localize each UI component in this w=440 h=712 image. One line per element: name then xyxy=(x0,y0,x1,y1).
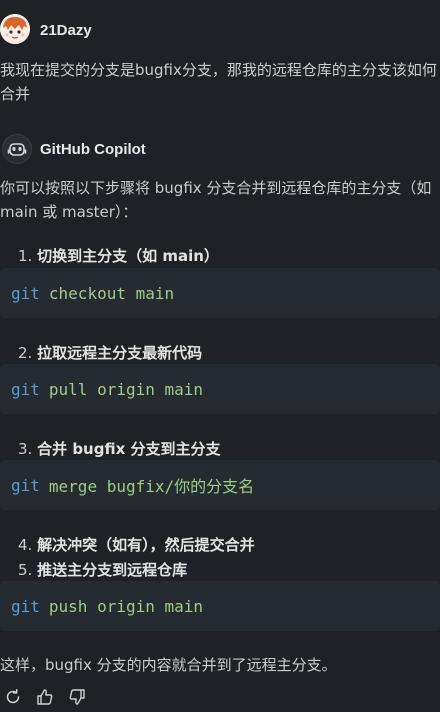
thumbs-down-icon[interactable] xyxy=(66,686,88,708)
code-args: merge bugfix/你的分支名 xyxy=(48,477,255,496)
code-command: git xyxy=(11,475,40,495)
code-block[interactable]: git checkout main xyxy=(0,268,440,318)
chat-panel: 21Dazy 我现在提交的分支是bugfix分支，那我的远程仓库的主分支该如何合… xyxy=(0,0,440,712)
step-number: 1. xyxy=(18,247,33,265)
step-text: 合并 bugfix 分支到主分支 xyxy=(37,440,221,458)
step-text: 切换到主分支（如 main） xyxy=(37,247,219,265)
step-number: 2. xyxy=(18,344,33,362)
step-text: 拉取远程主分支最新代码 xyxy=(37,344,203,362)
assistant-outro: 这样，bugfix 分支的内容就合并到了远程主分支。 xyxy=(0,656,337,674)
copilot-icon xyxy=(2,134,32,164)
step-item: 2. 拉取远程主分支最新代码 xyxy=(18,343,202,363)
user-question: 我现在提交的分支是bugfix分支，那我的远程仓库的主分支该如何合并 xyxy=(0,61,437,103)
code-command: git xyxy=(11,283,40,303)
step-text: 推送主分支到远程仓库 xyxy=(37,561,188,579)
step-item: 5. 推送主分支到远程仓库 xyxy=(18,560,187,580)
user-avatar xyxy=(0,14,30,44)
code-block[interactable]: git merge bugfix/你的分支名 xyxy=(0,460,440,510)
assistant-name: GitHub Copilot xyxy=(40,141,146,158)
retry-icon[interactable] xyxy=(2,686,24,708)
user-name: 21Dazy xyxy=(40,22,92,39)
code-args: checkout main xyxy=(48,283,175,303)
step-number: 5. xyxy=(18,561,33,579)
step-item: 1. 切换到主分支（如 main） xyxy=(18,246,219,266)
step-number: 4. xyxy=(18,536,33,554)
assistant-intro: 你可以按照以下步骤将 bugfix 分支合并到远程仓库的主分支（如 main 或… xyxy=(0,179,432,221)
code-command: git xyxy=(11,379,40,399)
code-args: pull origin main xyxy=(48,379,204,399)
step-number: 3. xyxy=(18,440,33,458)
step-item: 3. 合并 bugfix 分支到主分支 xyxy=(18,439,221,459)
code-args: push origin main xyxy=(48,596,204,616)
code-command: git xyxy=(11,596,40,616)
step-item: 4. 解决冲突（如有），然后提交合并 xyxy=(18,535,255,555)
message-actions xyxy=(2,686,88,708)
code-block[interactable]: git push origin main xyxy=(0,581,440,631)
step-text: 解决冲突（如有），然后提交合并 xyxy=(37,536,255,554)
code-block[interactable]: git pull origin main xyxy=(0,364,440,414)
thumbs-up-icon[interactable] xyxy=(34,686,56,708)
